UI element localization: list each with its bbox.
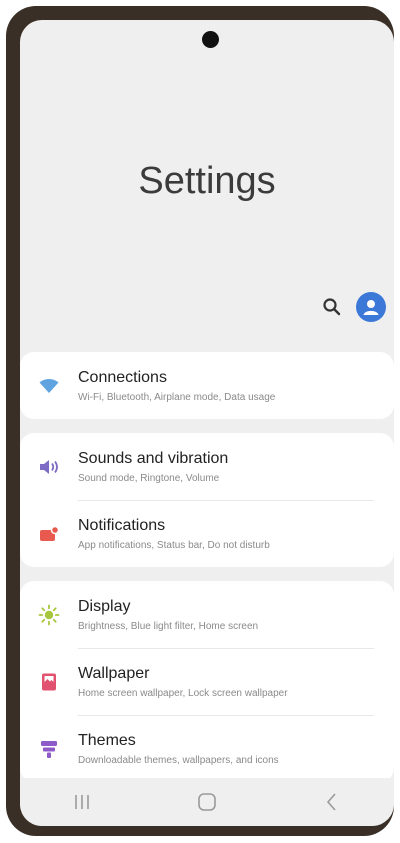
wifi-icon <box>20 377 78 395</box>
item-subtitle: Brightness, Blue light filter, Home scre… <box>78 620 259 632</box>
settings-group: Sounds and vibration Sound mode, Rington… <box>20 433 394 567</box>
item-title: Themes <box>78 731 136 749</box>
settings-item-sounds[interactable]: Sounds and vibration Sound mode, Rington… <box>20 433 394 500</box>
notification-icon <box>20 525 78 543</box>
header-actions <box>322 292 386 322</box>
themes-icon <box>20 738 78 760</box>
settings-item-display[interactable]: Display Brightness, Blue light filter, H… <box>20 581 394 648</box>
recents-icon[interactable] <box>52 782 112 822</box>
item-title: Sounds and vibration <box>78 449 229 467</box>
item-subtitle: Downloadable themes, wallpapers, and ico… <box>78 754 279 766</box>
item-subtitle: Wi-Fi, Bluetooth, Airplane mode, Data us… <box>78 391 276 403</box>
navigation-bar <box>20 778 394 826</box>
item-subtitle: App notifications, Status bar, Do not di… <box>78 539 270 551</box>
settings-item-themes[interactable]: Themes Downloadable themes, wallpapers, … <box>20 715 394 782</box>
item-title: Notifications <box>78 516 166 534</box>
settings-item-connections[interactable]: Connections Wi-Fi, Bluetooth, Airplane m… <box>20 352 394 419</box>
phone-frame: Settings Connections Wi-Fi, Bluetooth, A… <box>6 6 394 836</box>
settings-list: Connections Wi-Fi, Bluetooth, Airplane m… <box>20 352 394 796</box>
home-icon[interactable] <box>177 782 237 822</box>
page-title: Settings <box>138 160 276 202</box>
search-icon[interactable] <box>322 297 342 317</box>
settings-group: Display Brightness, Blue light filter, H… <box>20 581 394 782</box>
settings-item-notifications[interactable]: Notifications App notifications, Status … <box>20 500 394 567</box>
item-title: Display <box>78 597 131 615</box>
settings-group: Connections Wi-Fi, Bluetooth, Airplane m… <box>20 352 394 419</box>
item-subtitle: Home screen wallpaper, Lock screen wallp… <box>78 687 288 699</box>
back-icon[interactable] <box>302 782 362 822</box>
settings-item-wallpaper[interactable]: Wallpaper Home screen wallpaper, Lock sc… <box>20 648 394 715</box>
wallpaper-icon <box>20 671 78 693</box>
item-title: Wallpaper <box>78 664 150 682</box>
item-title: Connections <box>78 368 167 386</box>
volume-icon <box>20 458 78 476</box>
screen: Settings Connections Wi-Fi, Bluetooth, A… <box>20 20 394 826</box>
account-icon[interactable] <box>356 292 386 322</box>
settings-header: Settings <box>20 20 394 352</box>
brightness-icon <box>20 604 78 626</box>
item-subtitle: Sound mode, Ringtone, Volume <box>78 472 220 484</box>
